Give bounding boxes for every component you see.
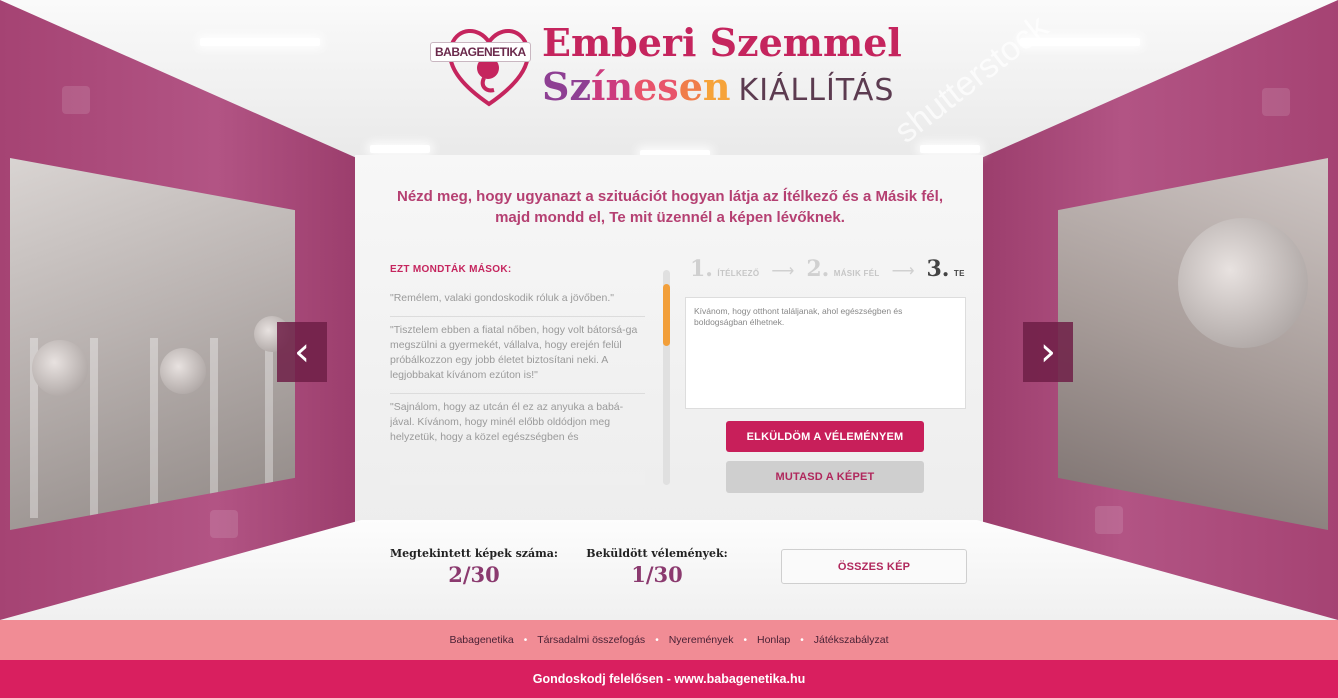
show-picture-button[interactable]: MUTASD A KÉPET [726, 461, 924, 493]
wall-logo-icon [210, 510, 238, 538]
exhibition-logo: BABAGENETIKA Emberi Szemmel Színesen KIÁL… [430, 20, 930, 110]
footer-link-rules[interactable]: Játékszabályzat [814, 634, 889, 646]
step-judge[interactable]: 1. ÍTÉLKEZŐ [690, 256, 759, 282]
chevron-right-icon: › [1040, 329, 1056, 375]
viewed-images-count: 2/30 [448, 562, 500, 587]
step-indicator: 1. ÍTÉLKEZŐ ⟶ 2. MÁSIK FÉL ⟶ 3. TE [690, 256, 965, 282]
footer-link-prizes[interactable]: Nyeremények [669, 634, 734, 646]
wall-logo-icon [1095, 506, 1123, 534]
submitted-opinions-count: 1/30 [631, 562, 683, 587]
wall-logo-icon [1262, 88, 1290, 116]
footer-tagline[interactable]: Gondoskodj felelősen - www.babagenetika.… [0, 660, 1338, 698]
footer-link-homepage[interactable]: Honlap [757, 634, 790, 646]
footer-separator: • [743, 634, 747, 646]
footer-separator: • [800, 634, 804, 646]
previous-photo[interactable] [10, 158, 295, 530]
opinion-item: "Sajnálom, hogy az utcán él ez az anyuka… [390, 401, 624, 443]
footer-link-babagenetika[interactable]: Babagenetika [449, 634, 513, 646]
send-opinion-button[interactable]: ELKÜLDÖM A VÉLEMÉNYEM [726, 421, 924, 452]
logo-title-line1: Emberi Szemmel [542, 20, 902, 65]
next-photo[interactable] [1058, 158, 1328, 530]
footer-separator: • [655, 634, 659, 646]
ceiling-lamp [200, 38, 320, 46]
opinions-scrollbar-thumb[interactable] [663, 284, 670, 346]
others-opinions-title: EZT MONDTÁK MÁSOK: [390, 264, 512, 275]
others-opinions-list[interactable]: "Remélem, valaki gondoskodik róluk a jöv… [390, 285, 645, 485]
newborn-head [1178, 218, 1308, 348]
ceiling-lamp [370, 145, 430, 153]
brand-badge: BABAGENETIKA [430, 42, 531, 62]
next-arrow-button[interactable]: › [1023, 322, 1073, 382]
opinion-textarea[interactable]: Kívánom, hogy otthont találjanak, ahol e… [685, 297, 966, 409]
ceiling-lamp [920, 145, 980, 153]
viewed-images-stat: Megtekintett képek száma: 2/30 [386, 547, 562, 587]
instruction-headline: Nézd meg, hogy ugyanazt a szituációt hog… [397, 188, 943, 226]
logo-title-line2: Színesen KIÁLLÍTÁS [542, 64, 895, 109]
wall-logo-icon [62, 86, 90, 114]
heart-icon [448, 29, 530, 107]
step-you[interactable]: 3. TE [927, 256, 965, 282]
arrow-right-icon: ⟶ [771, 263, 795, 280]
opinion-item: "Remélem, valaki gondoskodik róluk a jöv… [390, 285, 645, 317]
all-pictures-button[interactable]: ÖSSZES KÉP [781, 549, 967, 584]
footer-navigation: Babagenetika • Társadalmi összefogás • N… [0, 620, 1338, 660]
opinion-item: "Tisztelem ebben a fiatal nőben, hogy vo… [390, 317, 645, 394]
chevron-left-icon: ‹ [294, 329, 310, 375]
previous-arrow-button[interactable]: ‹ [277, 322, 327, 382]
baby-figure [32, 340, 88, 396]
footer-link-social[interactable]: Társadalmi összefogás [537, 634, 645, 646]
submitted-opinions-stat: Beküldött vélemények: 1/30 [584, 547, 730, 587]
gallery-room: ‹ › BABAGENETIKA Emberi Szemmel Színesen… [0, 0, 1338, 620]
arrow-right-icon: ⟶ [891, 263, 915, 280]
ceiling-lamp [1020, 38, 1140, 46]
step-other-side[interactable]: 2. MÁSIK FÉL [806, 256, 879, 282]
baby-figure [160, 348, 206, 394]
footer-separator: • [523, 634, 528, 646]
